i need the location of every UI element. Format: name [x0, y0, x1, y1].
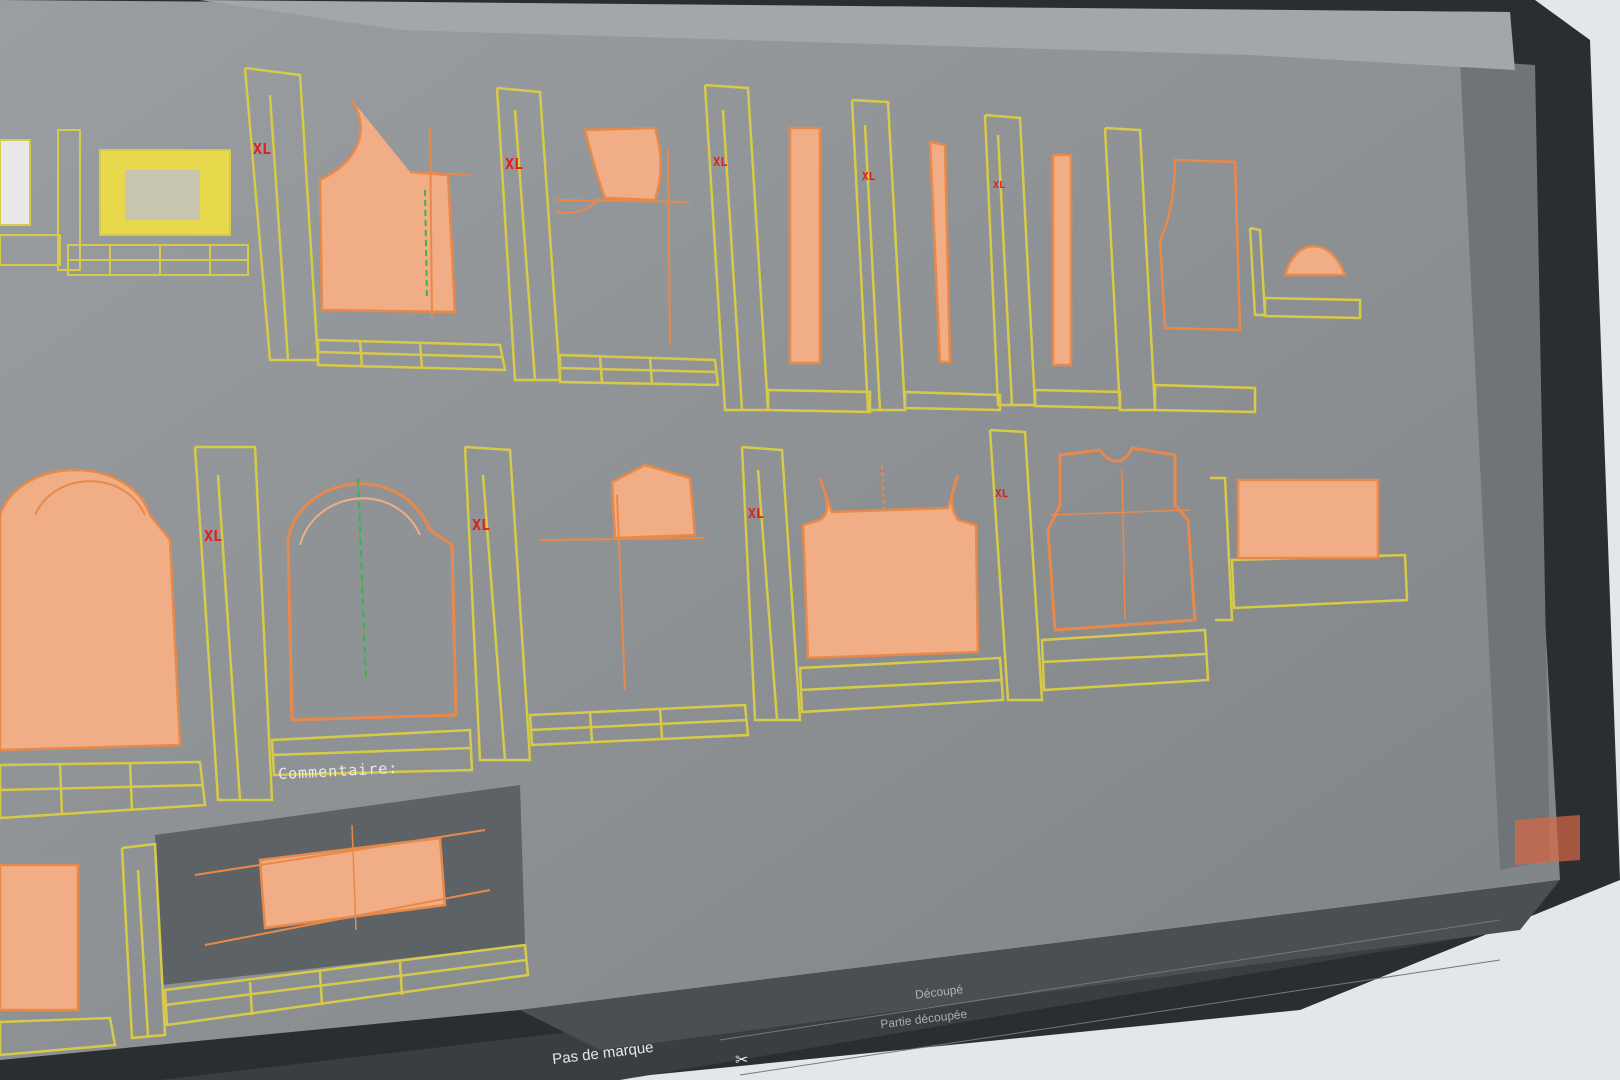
size-label: XL: [748, 507, 764, 522]
size-label: XL: [713, 155, 728, 169]
size-label: XL: [862, 170, 876, 183]
size-label: XL: [995, 487, 1009, 500]
cad-marker-canvas: [0, 0, 1620, 1080]
size-label: XL: [472, 516, 491, 534]
size-label: XL: [505, 155, 524, 173]
size-label: XL: [204, 527, 223, 545]
size-label: XL: [993, 180, 1006, 191]
scissors-icon: ✂: [735, 1052, 749, 1069]
monitor: XL XL XL XL XL XL XL XL XL Commentaire: …: [0, 0, 1620, 1080]
size-label: XL: [253, 140, 272, 158]
right-panel-swatch: [1515, 815, 1580, 865]
